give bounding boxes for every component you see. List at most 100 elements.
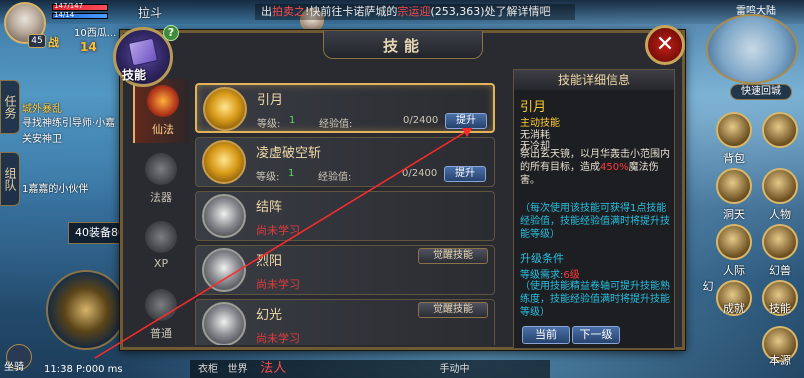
- social-label: 人际: [723, 264, 745, 277]
- pet-label: 幻兽: [769, 264, 791, 277]
- skill-name: 凌虚破空斩: [256, 146, 322, 161]
- skill-status: 尚未学习: [256, 278, 300, 291]
- notice-coord[interactable]: (253,363): [430, 5, 484, 18]
- notice-highlight-2: 宗运迎: [397, 5, 431, 18]
- quest-line[interactable]: 1嘉嘉的小伙伴: [22, 180, 88, 195]
- mp-text: 14/14: [54, 11, 75, 19]
- upgrade-condition-title: 升级条件: [520, 252, 564, 265]
- skill-category-tabs: 仙法 法器 XP 普通: [133, 79, 189, 345]
- skill-name: 引月: [257, 93, 284, 108]
- notice-highlight-1: 拍卖之: [272, 5, 305, 18]
- system-notice: 出拍卖之!快前往卡诺萨城的宗运迎(253,363)处了解详情吧: [255, 4, 575, 20]
- sword-icon: [145, 289, 177, 321]
- help-icon[interactable]: ?: [163, 25, 179, 41]
- skill-detail-panel: 技能详细信息 引月 主动技能 无消耗 无冷却 祭出玄天镜，以月华轰击小范围内的所…: [513, 69, 675, 349]
- side-tab-team[interactable]: 组队: [0, 152, 20, 206]
- skill-exp-label: 经验值:: [318, 172, 352, 183]
- achievement-label: 成就: [723, 302, 745, 315]
- compass-icon[interactable]: [762, 112, 798, 148]
- quest-line[interactable]: 关安神卫: [22, 130, 62, 145]
- next-level-button[interactable]: 下一级: [572, 326, 620, 344]
- skill-name: 幻光: [256, 308, 283, 323]
- tab-immortal-magic[interactable]: 仙法: [133, 79, 189, 143]
- moon-skill-icon: [203, 87, 247, 131]
- cave-icon[interactable]: [716, 168, 752, 204]
- upgrade-button[interactable]: 提升: [445, 113, 487, 129]
- detail-skill-name: 引月: [520, 100, 547, 115]
- awaken-skill-button[interactable]: 觉醒技能: [418, 302, 488, 318]
- player-level-badge: 45: [28, 34, 46, 48]
- book-icon: [127, 37, 159, 67]
- chat-wardrobe[interactable]: 衣柜: [198, 364, 218, 375]
- mount-label: 坐骑: [4, 362, 24, 373]
- hp-text: 147/147: [54, 2, 84, 10]
- skill-name: 烈阳: [256, 254, 283, 269]
- world-label: 拉斗: [138, 6, 163, 20]
- attack-button[interactable]: [46, 270, 126, 350]
- side-tab-quest[interactable]: 任务: [0, 80, 20, 134]
- tab-normal[interactable]: 普通: [133, 283, 189, 347]
- chat-bar[interactable]: 衣柜 世界 法人 手动中: [190, 360, 550, 378]
- skill-window: 技能 ✕ 仙法 法器 XP 普通 引月 等级: 1 经验值: 0/2400 提升…: [113, 25, 685, 350]
- sun-skill-icon: [202, 248, 246, 292]
- skill-row[interactable]: 结阵 尚未学习: [195, 191, 495, 241]
- character-icon[interactable]: [762, 168, 798, 204]
- power-text: 10西瓜...: [74, 28, 117, 39]
- tab-xp[interactable]: XP: [133, 215, 189, 279]
- skill-exp-label: 经验值:: [319, 119, 353, 130]
- bag-icon[interactable]: [716, 112, 752, 148]
- window-title: 技能: [382, 37, 425, 55]
- social-icon[interactable]: [716, 224, 752, 260]
- skill-row[interactable]: 凌虚破空斩 等级: 1 经验值: 0/2400 提升: [195, 137, 495, 187]
- detail-title: 技能详细信息: [514, 70, 674, 90]
- skill-list: 引月 等级: 1 经验值: 0/2400 提升 凌虚破空斩 等级: 1 经验值:…: [195, 79, 503, 345]
- quick-return-button[interactable]: 快速回城: [730, 84, 792, 100]
- slash-skill-icon: [202, 140, 246, 184]
- minimap[interactable]: [706, 14, 798, 84]
- bag-label: 背包: [723, 152, 745, 165]
- awaken-skill-button[interactable]: 觉醒技能: [418, 248, 488, 264]
- desc-damage: 450%: [600, 162, 629, 173]
- notice-middle: !快前往卡诺萨城的: [305, 5, 398, 18]
- skill-level-label: 等级:: [256, 172, 280, 183]
- vip-level: 14: [80, 40, 97, 54]
- phantom-label: 幻: [702, 280, 714, 293]
- chat-channel[interactable]: 世界: [228, 364, 248, 375]
- pk-mode-label[interactable]: 战: [48, 34, 59, 50]
- tab-artifact[interactable]: 法器: [133, 147, 189, 211]
- skill-row[interactable]: 引月 等级: 1 经验值: 0/2400 提升: [195, 83, 495, 133]
- notice-prefix: 出: [261, 5, 272, 18]
- character-label: 人物: [769, 208, 791, 221]
- skill-menu-label: 技能: [769, 302, 791, 315]
- skill-row[interactable]: 烈阳 尚未学习 觉醒技能: [195, 245, 495, 295]
- book-label: 技能: [122, 68, 147, 82]
- requirement-tip: （使用技能精益卷轴可提升技能熟练度，技能经验值满时将提升技能等级）: [520, 281, 670, 318]
- window-header: 技能: [323, 31, 483, 59]
- origin-label: 本源: [769, 354, 791, 367]
- skill-name: 结阵: [256, 200, 283, 215]
- quest-title[interactable]: 城外暴乱: [22, 100, 62, 115]
- cave-label: 洞天: [723, 208, 745, 221]
- tab-label: 法器: [150, 191, 172, 204]
- close-button[interactable]: ✕: [645, 25, 685, 65]
- detail-tip: （每次使用该技能可获得1点技能经验值，技能经验值满时将提升技能等级）: [520, 203, 670, 240]
- quest-line[interactable]: 寻找神练引导师·小嘉: [22, 114, 115, 129]
- skill-level-value: 1: [289, 115, 296, 126]
- tab-label: 仙法: [152, 123, 174, 136]
- current-level-button[interactable]: 当前: [522, 326, 570, 344]
- notice-suffix: 处了解详情吧: [484, 5, 551, 18]
- skill-row[interactable]: 幻光 尚未学习 觉醒技能: [195, 299, 495, 345]
- skill-exp-value: 0/2400: [403, 115, 439, 126]
- tab-label: 普通: [150, 327, 172, 340]
- chat-auto[interactable]: 手动中: [439, 364, 469, 375]
- skill-status: 尚未学习: [256, 224, 300, 237]
- upgrade-button[interactable]: 提升: [444, 166, 486, 182]
- pet-icon[interactable]: [762, 224, 798, 260]
- artifact-icon: [145, 153, 177, 185]
- skill-level-value: 1: [288, 168, 295, 179]
- vortex-icon: [145, 221, 177, 253]
- flame-icon: [147, 85, 179, 117]
- level-requirement: 等级需求:6级: [520, 266, 580, 281]
- detail-description: 祭出玄天镜，以月华轰击小范围内的所有目标，造成450%魔法伤害。: [520, 148, 670, 187]
- illusion-skill-icon: [202, 302, 246, 345]
